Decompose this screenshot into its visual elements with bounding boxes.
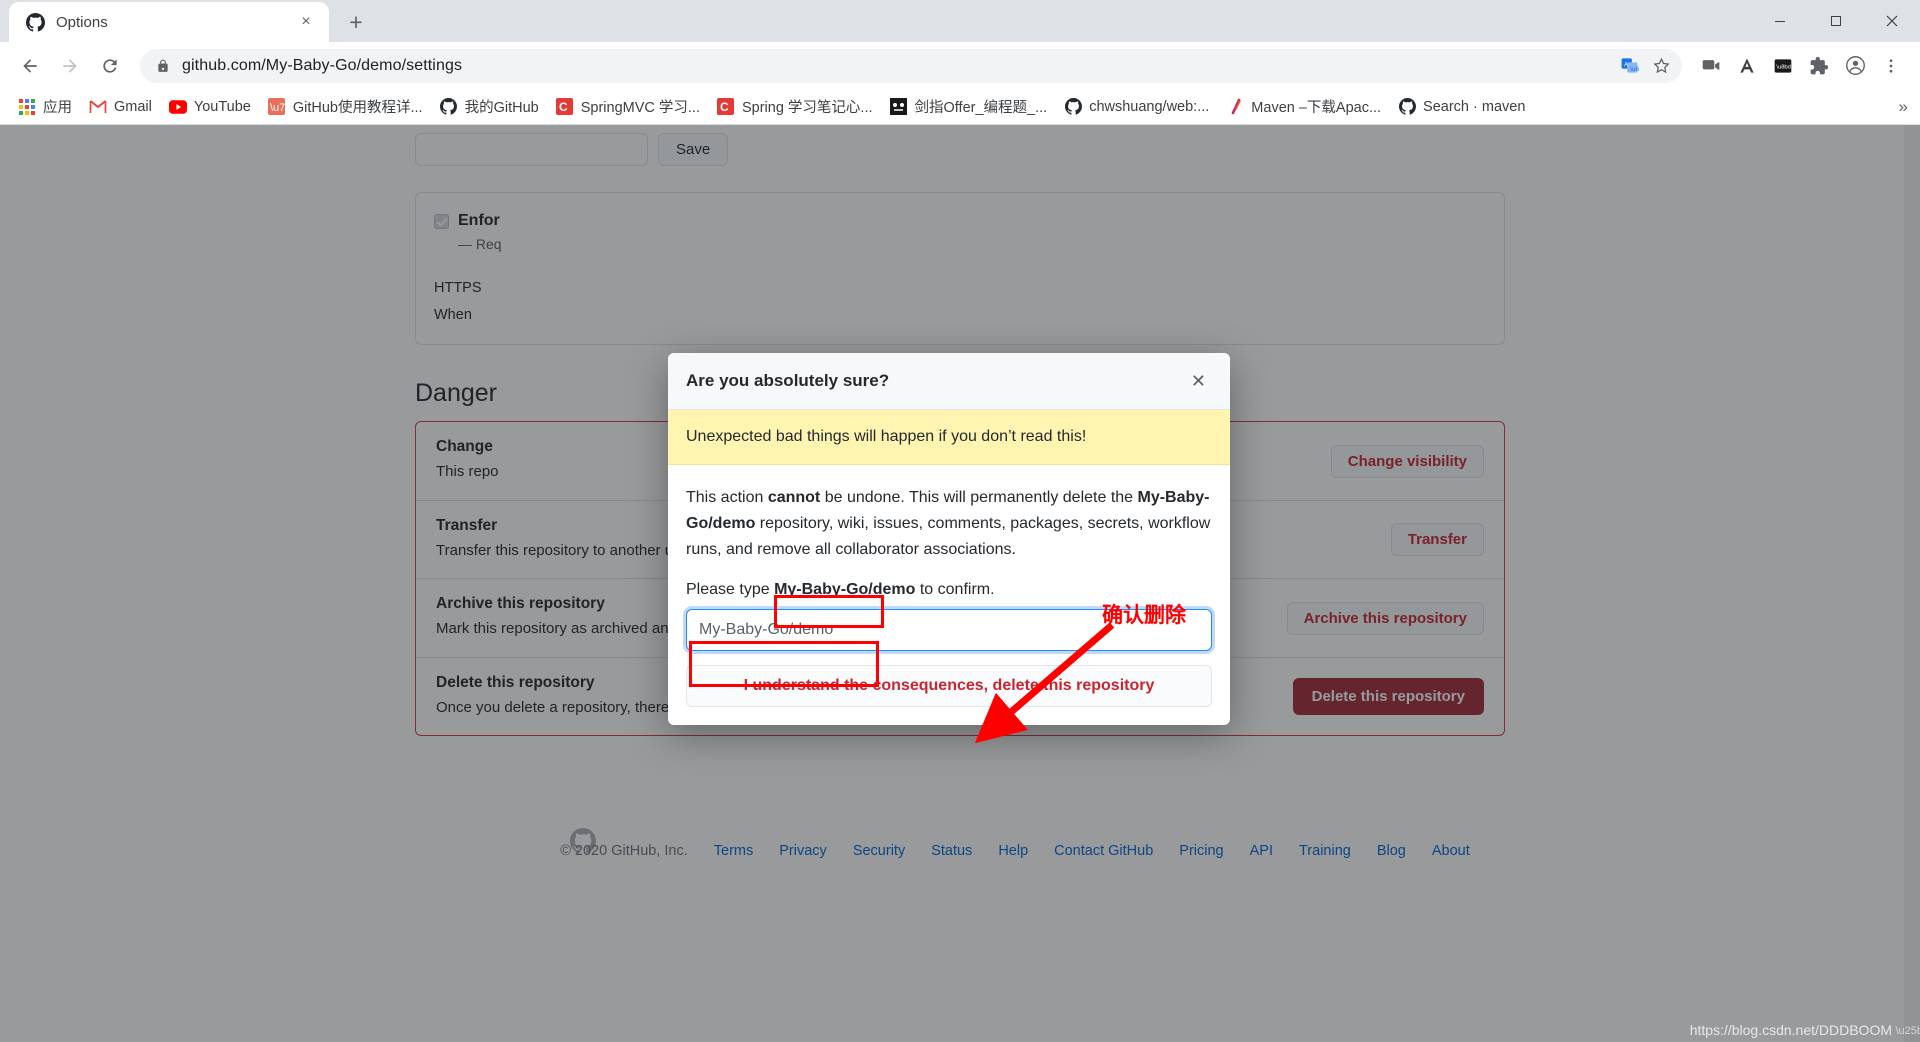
desc-cannot: cannot [767,489,821,506]
bookmark-spring-notes[interactable]: C Spring 学习笔记心... [709,92,881,121]
github-icon [26,12,45,32]
github-icon [1064,98,1082,116]
delete-repository-modal: Are you absolutely sure? ✕ Unexpected ba… [668,353,1230,725]
forward-icon[interactable] [52,48,88,84]
minimize-icon[interactable] [1752,0,1808,42]
new-tab-button[interactable]: + [339,5,373,39]
confirm-pre: Please type [686,580,775,598]
svg-text:C: C [559,100,568,114]
star-icon[interactable] [1646,51,1676,81]
window-controls [1752,0,1920,42]
address-bar[interactable]: github.com/My-Baby-Go/demo/settings A \u6… [140,48,1682,83]
bookmarks-overflow-button[interactable]: » [1893,95,1914,119]
bookmark-label: Spring 学习笔记心... [741,100,873,116]
bookmark-apps[interactable]: 应用 [10,92,80,121]
page-content: Save Enfor — Req HTTPS When Danger Chang… [0,125,1920,1042]
bookmark-label: 我的GitHub [464,100,539,116]
modal-body: This action cannot be undone. This will … [668,465,1230,725]
tab-strip: Options × + [0,0,1920,42]
svg-text:C: C [720,100,729,114]
svg-text:\u6587: \u6587 [1630,66,1639,73]
confirm-delete-button[interactable]: I understand the consequences, delete th… [686,664,1212,707]
extensions-area: \u8bd1 [1694,49,1908,83]
bookmarks-bar: 应用 Gmail YouTube \u7b80 GitHub使用教程详... 我… [0,89,1920,125]
modal-title: Are you absolutely sure? [686,371,890,390]
page-scrollbar[interactable] [1904,125,1920,1042]
annotation-note-confirm-delete: 确认删除 [1102,604,1186,627]
bookmark-search-maven[interactable]: Search · maven [1390,94,1533,120]
navigation-bar: github.com/My-Baby-Go/demo/settings A \u6… [0,42,1920,89]
youtube-icon [168,98,187,116]
jianshu-icon: \u7b80 [268,98,286,116]
gmail-icon [89,98,107,116]
translate-extension-icon[interactable]: \u8bd1 [1766,49,1800,83]
translate-icon[interactable]: A\u6587 [1614,51,1644,81]
bookmark-label: Maven –下载Apac... [1251,100,1382,116]
reload-icon[interactable] [92,48,128,84]
bookmark-springmvc[interactable]: C SpringMVC 学习... [548,92,708,121]
tab-title: Options [56,13,108,31]
modal-warning-banner: Unexpected bad things will happen if you… [668,410,1230,465]
bookmark-maven-download[interactable]: Maven –下载Apac... [1218,92,1389,121]
browser-window: Options × + github.com/My-Baby-Go/demo/s… [0,0,1920,1042]
input-value: My-Baby-Go/demo [699,620,834,638]
bookmark-my-github[interactable]: 我的GitHub [432,92,547,121]
bookmark-label: 应用 [43,100,72,116]
bookmark-label: chwshuang/web:... [1089,98,1210,115]
modal-confirm-instruction: Please type My-Baby-Go/demo to confirm. [686,581,1212,599]
bookmark-label: YouTube [193,98,251,115]
profile-avatar-icon[interactable] [1838,49,1872,83]
status-bar-url: https://blog.csdn.net/DDDBOOM [1689,1022,1892,1038]
bookmark-chwshuang-web[interactable]: chwshuang/web:... [1056,94,1217,120]
window-close-icon[interactable] [1864,0,1920,42]
maximize-icon[interactable] [1808,0,1864,42]
modal-header: Are you absolutely sure? ✕ [668,353,1230,410]
github-icon [1398,98,1416,116]
bookmark-youtube[interactable]: YouTube [161,94,259,120]
desc-mid: be undone. This will permanently delete … [820,489,1138,506]
confirm-post: to confirm. [915,580,995,598]
maven-icon [1226,98,1244,116]
close-icon[interactable]: × [295,11,317,33]
bookmark-jianzhi-offer[interactable]: 剑指Offer_编程题_... [882,92,1056,121]
github-icon [440,98,458,116]
browser-tab-options[interactable]: Options × [9,2,329,42]
desc-post: repository, wiki, issues, comments, pack… [686,514,1211,558]
bookmark-label: 剑指Offer_编程题_... [914,100,1048,116]
bookmark-label: SpringMVC 学习... [580,100,700,116]
omnibox-actions: A\u6587 [1614,51,1676,81]
chrome-menu-icon[interactable] [1874,49,1908,83]
modal-description: This action cannot be undone. This will … [686,485,1212,563]
csdn-icon: C [717,98,735,116]
close-icon[interactable]: ✕ [1185,370,1212,392]
scroll-down-arrow-icon[interactable]: \u25bc [1895,1023,1920,1039]
apps-grid-icon [18,98,36,116]
grammar-extension-icon[interactable] [1730,49,1764,83]
url-text: github.com/My-Baby-Go/demo/settings [182,56,463,74]
media-extension-icon[interactable] [1694,49,1728,83]
puzzle-extensions-icon[interactable] [1802,49,1836,83]
bookmark-label: Gmail [114,98,152,115]
bookmark-label: GitHub使用教程详... [292,100,423,116]
lock-icon [156,59,170,73]
nowcoder-icon [890,98,908,116]
bookmark-github-tutorial[interactable]: \u7b80 GitHub使用教程详... [260,92,431,121]
desc-pre: This action [686,489,768,506]
bookmark-gmail[interactable]: Gmail [81,94,160,120]
csdn-icon: C [556,98,574,116]
bookmark-label: Search · maven [1423,98,1526,115]
confirm-repo-name: My-Baby-Go/demo [774,580,916,598]
svg-text:\u7b80: \u7b80 [270,102,285,114]
svg-text:\u8bd1: \u8bd1 [1776,64,1793,70]
back-icon[interactable] [12,48,48,84]
